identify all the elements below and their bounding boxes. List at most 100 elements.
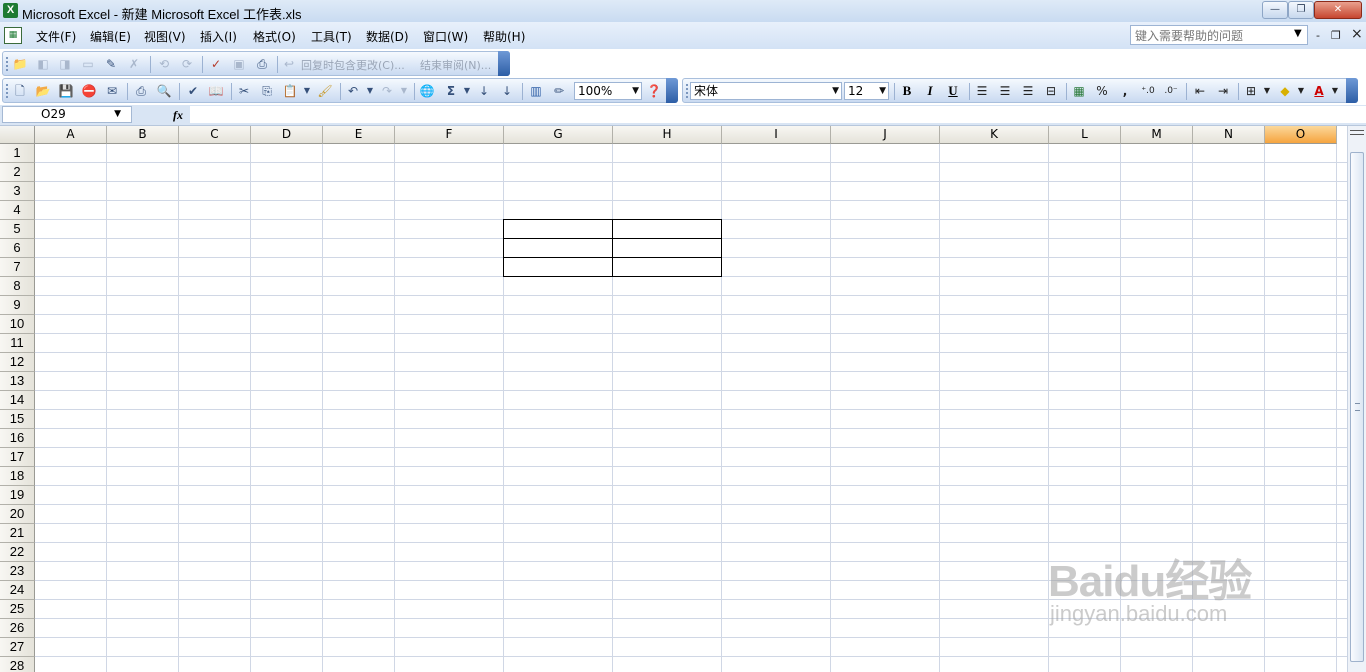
track-changes-icon[interactable]: ⟲ xyxy=(156,56,172,72)
column-header-f[interactable]: F xyxy=(395,126,504,144)
column-header-i[interactable]: I xyxy=(722,126,831,144)
hyperlink-icon[interactable]: 🌐 xyxy=(419,83,435,99)
send-review-icon[interactable]: ✓ xyxy=(208,56,224,72)
format-painter-icon[interactable]: 🖌 xyxy=(317,83,333,99)
row-header-19[interactable]: 19 xyxy=(0,486,35,505)
permission-icon[interactable]: ⛔ xyxy=(81,83,97,99)
chevron-down-icon[interactable]: ▼ xyxy=(362,83,378,99)
reply-with-changes-button[interactable]: 回复时包含更改(C)... xyxy=(301,57,405,73)
print-preview-icon[interactable]: 🔍 xyxy=(156,83,172,99)
menu-help[interactable]: 帮助(H) xyxy=(483,28,525,45)
row-header-1[interactable]: 1 xyxy=(0,144,35,163)
column-header-b[interactable]: B xyxy=(107,126,179,144)
bordered-cell-g7[interactable] xyxy=(503,257,613,277)
row-header-13[interactable]: 13 xyxy=(0,372,35,391)
font-select[interactable]: 宋体 ▼ xyxy=(690,82,842,100)
column-header-k[interactable]: K xyxy=(940,126,1049,144)
open-folder-icon[interactable]: 📁 xyxy=(12,56,28,72)
underline-button[interactable]: U xyxy=(945,83,961,99)
menu-tools[interactable]: 工具(T) xyxy=(311,28,352,45)
row-header-7[interactable]: 7 xyxy=(0,258,35,277)
column-header-d[interactable]: D xyxy=(251,126,323,144)
help-question-input[interactable]: 键入需要帮助的问题 xyxy=(1130,25,1308,45)
column-header-h[interactable]: H xyxy=(613,126,722,144)
column-header-l[interactable]: L xyxy=(1049,126,1121,144)
end-review-button[interactable]: 结束审阅(N)... xyxy=(420,57,491,73)
formula-input[interactable] xyxy=(190,106,1366,123)
zoom-select[interactable]: 100% ▼ xyxy=(574,82,642,100)
percent-button[interactable]: % xyxy=(1094,83,1110,99)
align-left-icon[interactable]: ☰ xyxy=(974,83,990,99)
sort-ascending-icon[interactable]: ↓ xyxy=(476,83,492,99)
help-icon[interactable]: ❓ xyxy=(646,83,662,99)
delete-comment-icon[interactable]: ✗ xyxy=(126,56,142,72)
chevron-down-icon[interactable]: ▼ xyxy=(1259,83,1275,99)
row-header-22[interactable]: 22 xyxy=(0,543,35,562)
chevron-down-icon[interactable]: ▼ xyxy=(632,83,639,99)
column-header-n[interactable]: N xyxy=(1193,126,1265,144)
bordered-cell-g6[interactable] xyxy=(503,238,613,258)
previous-comment-icon[interactable]: ◧ xyxy=(35,56,51,72)
chart-wizard-icon[interactable]: ▥ xyxy=(528,83,544,99)
menu-data[interactable]: 数据(D) xyxy=(366,28,409,45)
fill-color-icon[interactable]: ◆ xyxy=(1277,83,1293,99)
comment-icon[interactable]: ✎ xyxy=(103,56,119,72)
row-header-12[interactable]: 12 xyxy=(0,353,35,372)
chevron-down-icon[interactable]: ▼ xyxy=(1327,83,1343,99)
chevron-down-icon[interactable]: ▼ xyxy=(1293,83,1309,99)
row-header-20[interactable]: 20 xyxy=(0,505,35,524)
toolbar-grip[interactable] xyxy=(6,57,10,71)
decrease-indent-icon[interactable]: ⇤ xyxy=(1192,83,1208,99)
menu-view[interactable]: 视图(V) xyxy=(144,28,186,45)
row-header-5[interactable]: 5 xyxy=(0,220,35,239)
decrease-decimal-icon[interactable]: .0⁻ xyxy=(1163,83,1179,99)
toolbar-options-button[interactable] xyxy=(666,78,678,103)
chevron-down-icon[interactable]: ▼ xyxy=(832,83,839,99)
column-header-m[interactable]: M xyxy=(1121,126,1193,144)
column-header-g[interactable]: G xyxy=(504,126,613,144)
minimize-button[interactable]: — xyxy=(1262,1,1288,19)
row-header-24[interactable]: 24 xyxy=(0,581,35,600)
email-icon[interactable]: ✉ xyxy=(104,83,120,99)
row-header-14[interactable]: 14 xyxy=(0,391,35,410)
insert-function-icon[interactable]: fx xyxy=(173,108,183,123)
toolbar-grip[interactable] xyxy=(6,84,10,98)
row-header-4[interactable]: 4 xyxy=(0,201,35,220)
font-color-icon[interactable]: A xyxy=(1311,83,1327,99)
name-box[interactable]: O29 ▼ xyxy=(2,106,132,123)
chevron-down-icon[interactable]: ▼ xyxy=(299,83,315,99)
select-all-corner[interactable] xyxy=(0,126,35,144)
align-center-icon[interactable]: ☰ xyxy=(997,83,1013,99)
increase-indent-icon[interactable]: ⇥ xyxy=(1215,83,1231,99)
worksheet-grid[interactable]: ABCDEFGHIJKLMNO 1 2 3 4 5 6 7 8 9 10 11 12 13 14 15 16 1… xyxy=(0,126,1347,672)
paste-icon[interactable]: 📋 xyxy=(282,83,298,99)
font-size-select[interactable]: 12 ▼ xyxy=(844,82,889,100)
column-header-o[interactable]: O xyxy=(1265,126,1337,144)
row-header-3[interactable]: 3 xyxy=(0,182,35,201)
row-header-21[interactable]: 21 xyxy=(0,524,35,543)
research-icon[interactable]: 📖 xyxy=(208,83,224,99)
menu-file[interactable]: 文件(F) xyxy=(36,28,76,45)
column-header-a[interactable]: A xyxy=(35,126,107,144)
column-header-j[interactable]: J xyxy=(831,126,940,144)
copy-icon[interactable]: ⎘ xyxy=(259,83,275,99)
toolbar-options-button[interactable] xyxy=(498,51,510,76)
row-header-11[interactable]: 11 xyxy=(0,334,35,353)
italic-button[interactable]: I xyxy=(922,83,938,99)
row-header-2[interactable]: 2 xyxy=(0,163,35,182)
chevron-down-icon[interactable]: ▼ xyxy=(1294,28,1302,39)
menu-edit[interactable]: 编辑(E) xyxy=(90,28,131,45)
increase-decimal-icon[interactable]: ⁺.0 xyxy=(1140,83,1156,99)
row-header-15[interactable]: 15 xyxy=(0,410,35,429)
restore-button[interactable]: ❐ xyxy=(1288,1,1314,19)
currency-icon[interactable]: ▦ xyxy=(1071,83,1087,99)
borders-icon[interactable]: ⊞ xyxy=(1243,83,1259,99)
bordered-cell-h6[interactable] xyxy=(612,238,722,258)
reject-icon[interactable]: ⟳ xyxy=(179,56,195,72)
close-button[interactable]: ✕ xyxy=(1314,1,1362,19)
undo-icon[interactable]: ↶ xyxy=(345,83,361,99)
cut-icon[interactable]: ✂ xyxy=(236,83,252,99)
row-header-8[interactable]: 8 xyxy=(0,277,35,296)
split-box-handle[interactable] xyxy=(1350,130,1364,135)
chevron-down-icon[interactable]: ▼ xyxy=(459,83,475,99)
